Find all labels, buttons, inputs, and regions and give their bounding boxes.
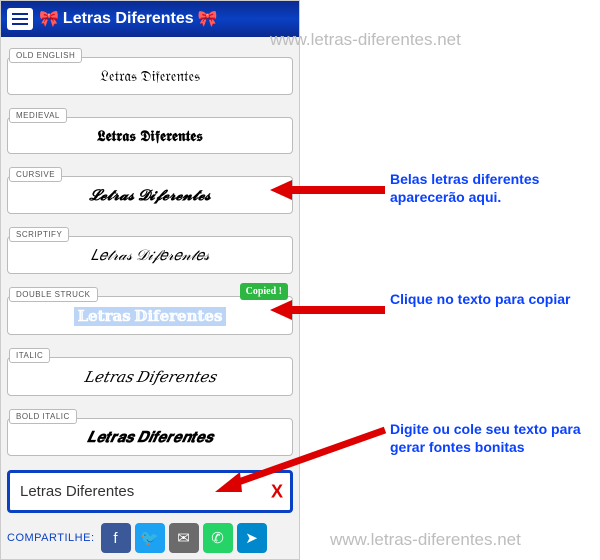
font-tag: BOLD ITALIC <box>9 409 77 424</box>
share-row: COMPARTILHE: f🐦✉✆➤ <box>1 519 299 559</box>
font-block: SCRIPTIFY 𝐿𝑒𝓉𝓇𝒶𝓈 𝒟𝒾𝒻𝑒𝓇𝑒𝓃𝓉𝑒𝓈 <box>7 220 293 274</box>
share-label: COMPARTILHE: <box>7 532 95 544</box>
clear-button[interactable]: X <box>271 481 283 502</box>
copied-badge: Copied ! <box>240 283 288 300</box>
title-text: Letras Diferentes <box>63 10 194 28</box>
page-title: 🎀 Letras Diferentes 🎀 <box>39 9 218 29</box>
font-block: MONO SPACE𝙻𝚎𝚝𝚛𝚊𝚜 𝙳𝚒𝚏𝚎𝚛𝚎𝚗𝚝𝚎𝚜 <box>7 462 293 464</box>
font-output[interactable]: 𝐿𝑒𝑡𝑟𝑎𝑠 𝐷𝑖𝑓𝑒𝑟𝑒𝑛𝑡𝑒𝑠 <box>7 357 293 396</box>
font-block: CURSIVE 𝓛𝓮𝓽𝓻𝓪𝓼 𝓓𝓲𝓯𝓮𝓻𝓮𝓷𝓽𝓮𝓼 <box>7 160 293 214</box>
input-row: X <box>7 470 293 513</box>
app-frame: 🎀 Letras Diferentes 🎀 OLD ENGLISH 𝔏𝔢𝔱𝔯𝔞𝔰 … <box>0 0 300 560</box>
font-block: MEDIEVAL 𝕷𝖊𝖙𝖗𝖆𝖘 𝕯𝖎𝖋𝖊𝖗𝖊𝖓𝖙𝖊𝖘 <box>7 101 293 154</box>
menu-button[interactable] <box>7 8 33 30</box>
font-block: BOLD ITALIC 𝑳𝒆𝒕𝒓𝒂𝒔 𝑫𝒊𝒇𝒆𝒓𝒆𝒏𝒕𝒆𝒔 <box>7 402 293 456</box>
font-output-text: 𝕃𝕖𝕥𝕣𝕒𝕤 𝔻𝕚𝕗𝕖𝕣𝕖𝕟𝕥𝕖𝕤 <box>74 307 227 326</box>
app-header: 🎀 Letras Diferentes 🎀 <box>1 1 299 37</box>
share-whatsapp-button[interactable]: ✆ <box>203 523 233 553</box>
font-output-text: 𝓛𝓮𝓽𝓻𝓪𝓼 𝓓𝓲𝓯𝓮𝓻𝓮𝓷𝓽𝓮𝓼 <box>89 188 211 204</box>
font-block: ITALIC 𝐿𝑒𝑡𝑟𝑎𝑠 𝐷𝑖𝑓𝑒𝑟𝑒𝑛𝑡𝑒𝑠 <box>7 341 293 396</box>
bow-icon: 🎀 <box>198 9 218 29</box>
font-output-text: 𝔏𝔢𝔱𝔯𝔞𝔰 𝔇𝔦𝔣𝔢𝔯𝔢𝔫𝔱𝔢𝔰 <box>100 69 200 85</box>
share-facebook-button[interactable]: f <box>101 523 131 553</box>
bow-icon: 🎀 <box>39 9 59 29</box>
font-output-text: 𝐿𝑒𝑡𝑟𝑎𝑠 𝐷𝑖𝑓𝑒𝑟𝑒𝑛𝑡𝑒𝑠 <box>84 370 216 386</box>
share-telegram-button[interactable]: ➤ <box>237 523 267 553</box>
font-output-text: 𝑳𝒆𝒕𝒓𝒂𝒔 𝑫𝒊𝒇𝒆𝒓𝒆𝒏𝒕𝒆𝒔 <box>87 430 213 446</box>
font-block: OLD ENGLISH 𝔏𝔢𝔱𝔯𝔞𝔰 𝔇𝔦𝔣𝔢𝔯𝔢𝔫𝔱𝔢𝔰 <box>7 41 293 95</box>
font-tag: ITALIC <box>9 348 50 363</box>
annotation-output: Belas letras diferentes aparecerão aqui. <box>390 170 600 206</box>
font-tag: CURSIVE <box>9 167 62 182</box>
share-email-button[interactable]: ✉ <box>169 523 199 553</box>
font-output-text: 𝕷𝖊𝖙𝖗𝖆𝖘 𝕯𝖎𝖋𝖊𝖗𝖊𝖓𝖙𝖊𝖘 <box>97 129 203 145</box>
text-input[interactable] <box>7 470 293 513</box>
font-output-text: 𝐿𝑒𝓉𝓇𝒶𝓈 𝒟𝒾𝒻𝑒𝓇𝑒𝓃𝓉𝑒𝓈 <box>91 248 210 264</box>
annotation-input: Digite ou cole seu texto para gerar font… <box>390 420 600 456</box>
font-list[interactable]: OLD ENGLISH 𝔏𝔢𝔱𝔯𝔞𝔰 𝔇𝔦𝔣𝔢𝔯𝔢𝔫𝔱𝔢𝔰 MEDIEVAL 𝕷𝖊𝖙𝖗… <box>1 37 299 464</box>
font-tag: SCRIPTIFY <box>9 227 69 242</box>
font-tag: MEDIEVAL <box>9 108 67 123</box>
font-tag: DOUBLE STRUCK <box>9 287 98 302</box>
annotation-copy: Clique no texto para copiar <box>390 290 570 308</box>
font-tag: OLD ENGLISH <box>9 48 82 63</box>
font-block: DOUBLE STRUCK Copied ! 𝕃𝕖𝕥𝕣𝕒𝕤 𝔻𝕚𝕗𝕖𝕣𝕖𝕟𝕥𝕖𝕤 <box>7 280 293 335</box>
share-twitter-button[interactable]: 🐦 <box>135 523 165 553</box>
watermark: www.letras-diferentes.net <box>330 530 521 550</box>
